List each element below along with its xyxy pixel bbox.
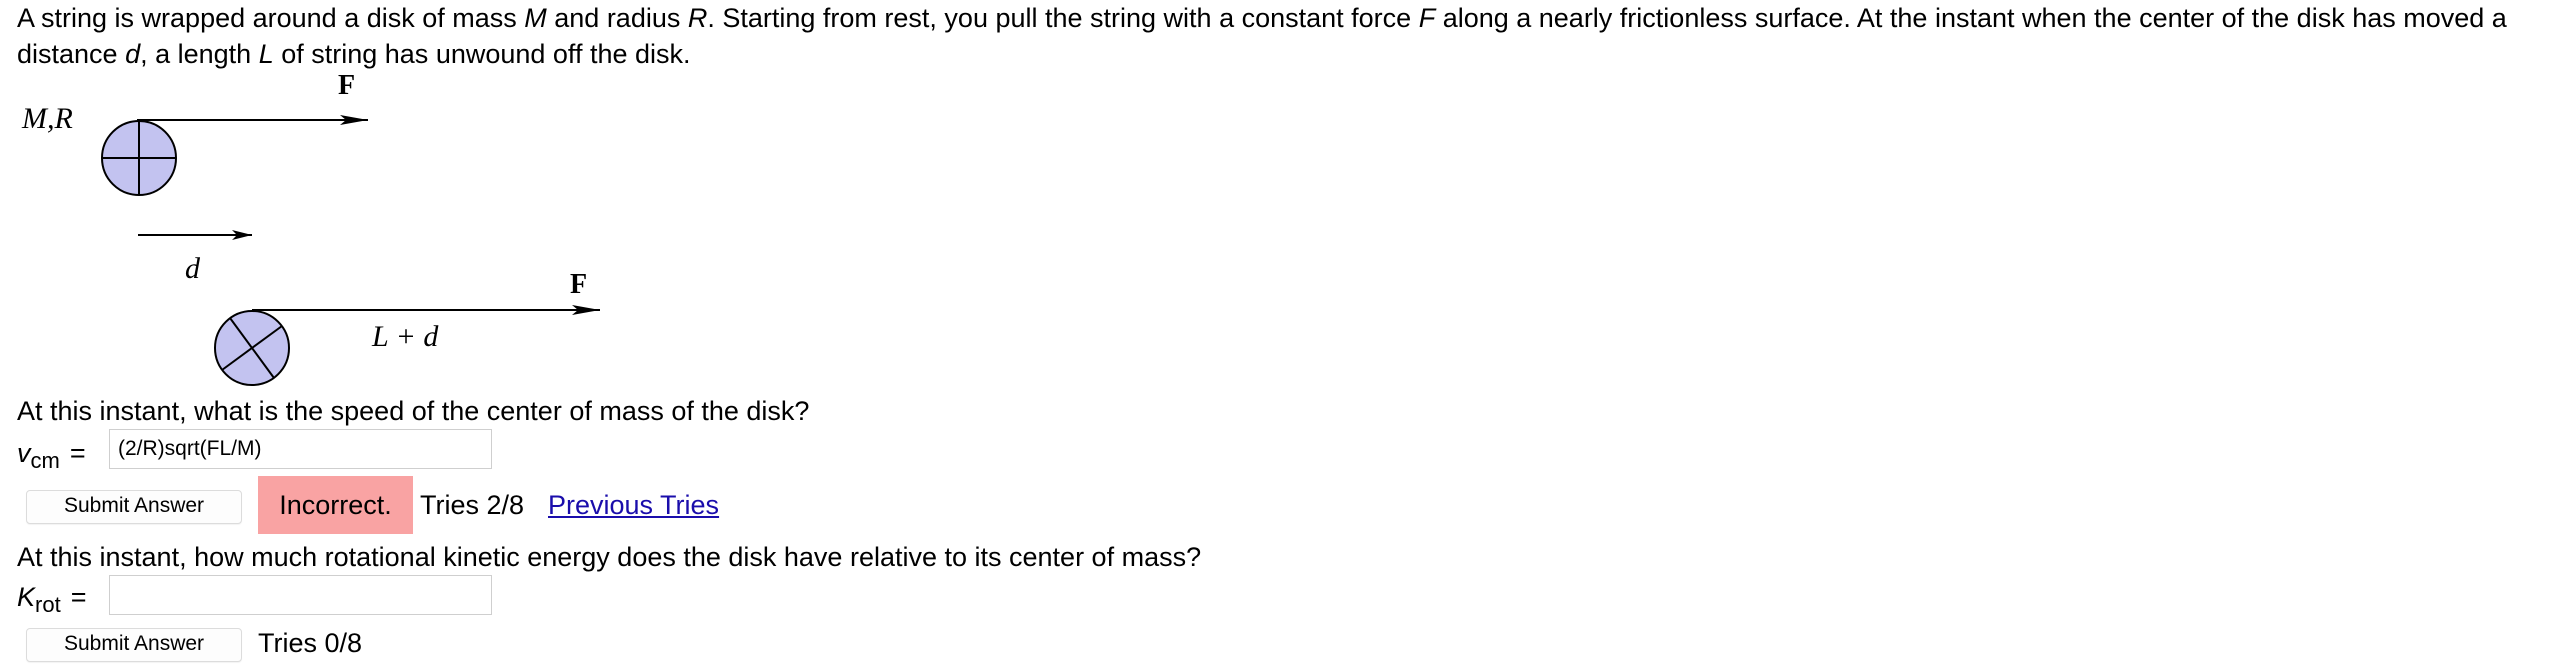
rotational-energy-answer-input[interactable]	[109, 575, 492, 615]
disk-diagram: M,R F d F L + d	[21, 70, 600, 386]
symbol-f: F	[1418, 3, 1436, 33]
question-1-var-symbol: v	[17, 438, 31, 468]
question-2-equals: =	[70, 582, 87, 612]
label-length-plus-distance: L + d	[371, 320, 439, 353]
label-force-bottom: F	[570, 269, 587, 300]
question-2-var-symbol: K	[17, 582, 36, 612]
label-mass-radius: M,R	[21, 102, 73, 135]
tries-counter-1: Tries 2/8	[420, 490, 525, 520]
submit-answer-button-2[interactable]: Submit Answer	[26, 628, 242, 662]
tries-counter-2: Tries 0/8	[258, 628, 363, 658]
symbol-r: R	[687, 3, 708, 33]
question-1-prompt: At this instant, what is the speed of th…	[17, 396, 810, 426]
label-force-top: F	[338, 70, 355, 101]
problem-text-2: and radius	[546, 3, 688, 33]
problem-statement: A string is wrapped around a disk of mas…	[17, 0, 2542, 72]
question-2-prompt: At this instant, how much rotational kin…	[17, 542, 1202, 572]
question-1-equals: =	[69, 438, 86, 468]
label-distance: d	[185, 252, 201, 285]
incorrect-feedback-badge: Incorrect.	[258, 476, 413, 534]
previous-tries-link[interactable]: Previous Tries	[548, 488, 719, 522]
question-2-variable: Krot =	[17, 580, 86, 622]
submit-answer-button-1[interactable]: Submit Answer	[26, 490, 242, 524]
problem-text-1: A string is wrapped around a disk of mas…	[17, 3, 525, 33]
speed-answer-input[interactable]	[109, 429, 492, 469]
symbol-m: M	[524, 3, 547, 33]
question-1-var-subscript: cm	[30, 448, 60, 473]
problem-text-3: . Starting from rest, you pull the strin…	[707, 3, 1419, 33]
question-1-variable: vcm =	[17, 436, 86, 478]
question-2-var-subscript: rot	[35, 592, 61, 617]
